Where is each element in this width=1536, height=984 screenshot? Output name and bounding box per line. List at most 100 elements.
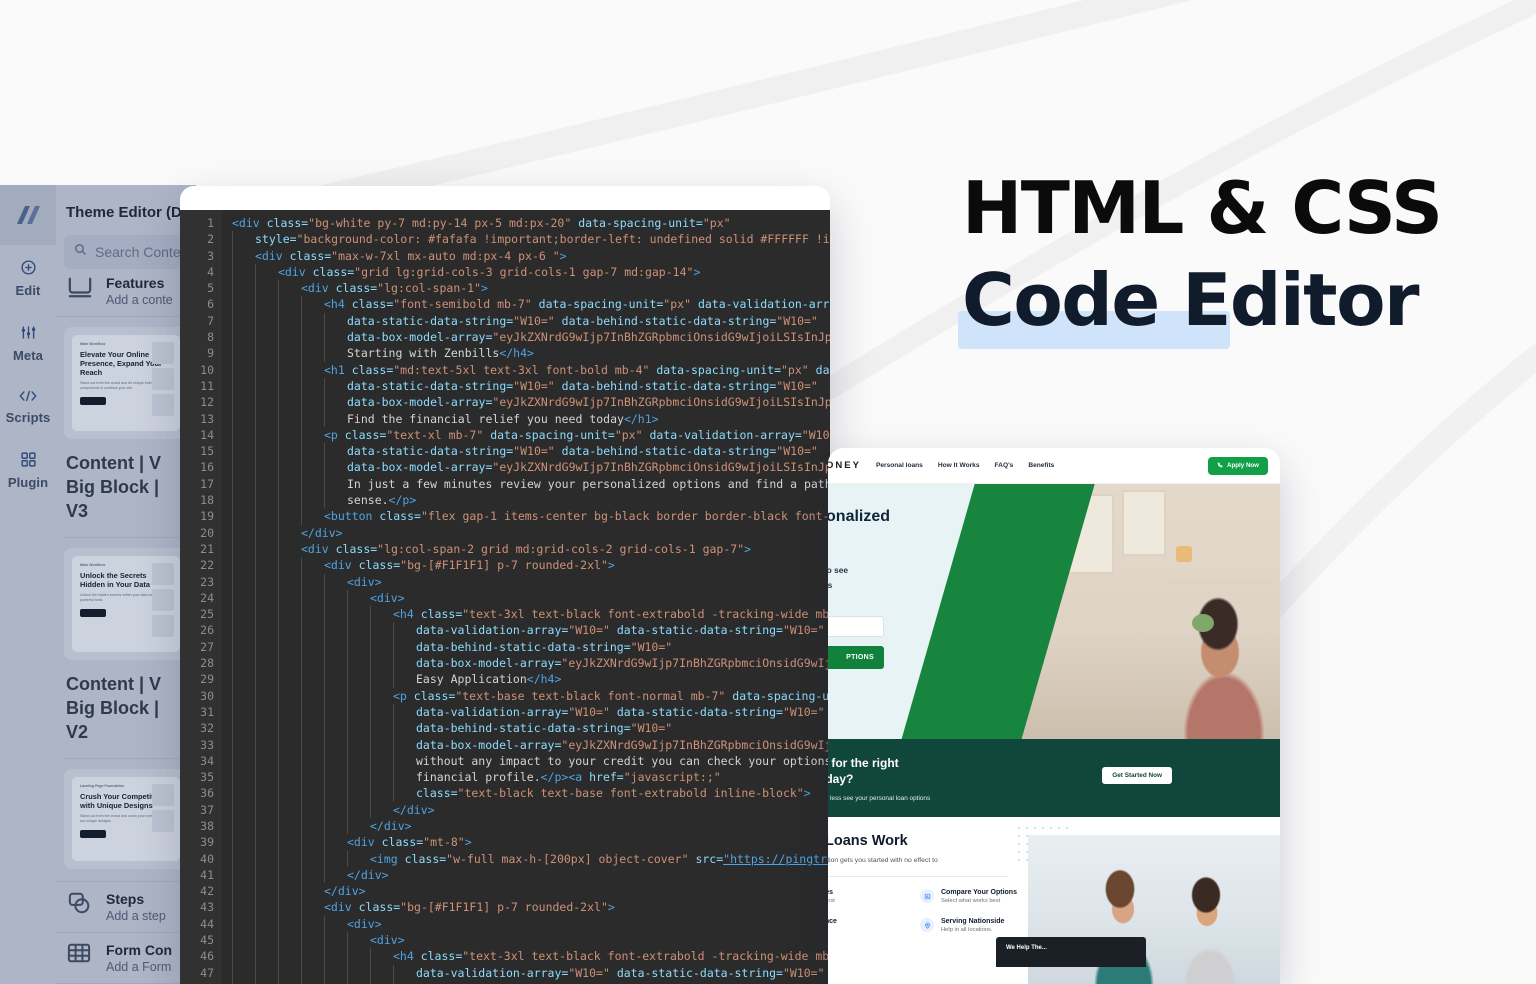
code-line[interactable]: <div>: [222, 573, 830, 590]
code-line[interactable]: data-validation-array="W10=" data-static…: [222, 622, 830, 639]
code-token: "bg-[#F1F1F1] p-7 rounded-2xl": [400, 558, 608, 573]
see-options-button[interactable]: PTIONS: [828, 646, 884, 669]
code-line[interactable]: </div>: [222, 883, 830, 900]
sidebar-item-scripts[interactable]: Scripts: [0, 375, 56, 437]
get-started-now-button[interactable]: Get Started Now: [1102, 767, 1172, 784]
indent-guide: [278, 589, 301, 607]
nav-link-benefits[interactable]: Benefits: [1028, 462, 1054, 469]
indent-guide: [232, 720, 255, 737]
code-token: data-behind-static-data-string=: [561, 444, 777, 459]
code-token: class=: [335, 281, 378, 296]
code-line[interactable]: data-box-model-array="eyJkZXNrdG9wIjp7In…: [222, 655, 830, 672]
line-number: 13: [200, 411, 214, 426]
sidebar-item-edit[interactable]: Edit: [0, 245, 56, 310]
indent-guide: [347, 687, 370, 704]
code-line[interactable]: <div>: [222, 932, 830, 949]
content-card[interactable]: Main Workflow Elevate Your Online Presen…: [64, 327, 188, 538]
code-token: >: [693, 264, 701, 279]
code-line[interactable]: <div class="max-w-7xl mx-auto md:px-4 px…: [222, 247, 830, 264]
code-line[interactable]: data-static-data-string="W10=" data-behi…: [222, 377, 830, 395]
code-line[interactable]: <div>: [222, 915, 830, 933]
code-line[interactable]: <h1 class="md:text-5xl text-3xl font-bol…: [222, 361, 830, 378]
code-line[interactable]: Find the financial relief you need today…: [222, 410, 830, 427]
code-line[interactable]: data-validation-array="W10=" data-static…: [222, 703, 830, 721]
sidebar-label-edit: Edit: [15, 283, 41, 298]
code-line[interactable]: data-static-data-string="W10=" data-behi…: [222, 312, 830, 330]
feature-subtitle: e: [828, 927, 837, 933]
code-line[interactable]: <div class="lg:col-span-1">: [222, 280, 830, 297]
code-line[interactable]: without any impact to your credit you ca…: [222, 752, 830, 770]
indent-guide: [324, 801, 347, 818]
indent-guide: [278, 573, 301, 590]
nav-link-personal-loans[interactable]: Personal loans: [876, 462, 923, 469]
search-input[interactable]: Search Conten: [64, 235, 188, 269]
site-preview-window: ONEY Personal loans How It Works FAQ's B…: [828, 448, 1280, 984]
sidebar-item-meta[interactable]: Meta: [0, 310, 56, 375]
list-item[interactable]: Form Con Add a Form: [56, 933, 196, 984]
code-line[interactable]: <div class="lg:col-span-2 grid md:grid-c…: [222, 540, 830, 558]
indent-guide: [278, 622, 301, 639]
list-item[interactable]: Steps Add a step: [56, 881, 196, 933]
indent-guide: [232, 671, 255, 688]
code-token: data-validation-array=: [416, 704, 569, 719]
code-token: </div>: [370, 818, 412, 833]
code-text-area[interactable]: <div class="bg-white py-7 md:py-14 px-5 …: [222, 210, 830, 984]
code-line[interactable]: </div>: [222, 801, 830, 818]
code-line[interactable]: data-static-data-string="W10=" data-behi…: [222, 443, 830, 460]
code-line[interactable]: data-behind-static-data-string="W10=": [222, 638, 830, 656]
list-item[interactable]: Features Add a conte: [56, 269, 196, 317]
code-line[interactable]: data-behind-static-data-string="W10=": [222, 720, 830, 737]
content-card[interactable]: Landing Page Foundation Crush Your Compe…: [64, 769, 188, 869]
code-line[interactable]: <h4 class="font-semibold mb-7" data-spac…: [222, 296, 830, 313]
indent-guide: [255, 426, 278, 444]
code-line[interactable]: Starting with Zenbills</h4>: [222, 345, 830, 362]
apply-now-button[interactable]: Apply Now: [1208, 456, 1268, 475]
indent-guide: [255, 964, 278, 981]
code-line[interactable]: <p class="text-base text-black font-norm…: [222, 687, 830, 704]
code-line[interactable]: data-box-model-array="eyJkZXNrdG9wIjp7In…: [222, 394, 830, 411]
indent-guide: [347, 655, 370, 672]
indent-guide: [278, 524, 301, 541]
code-line[interactable]: sense.</p>: [222, 492, 830, 509]
code-line[interactable]: data-box-model-array="eyJkZXNrdG9wIjp7In…: [222, 459, 830, 476]
code-line[interactable]: <p class="text-xl mb-7" data-spacing-uni…: [222, 426, 830, 444]
indent-guide: [324, 932, 347, 949]
code-token: class=: [351, 362, 394, 377]
code-line[interactable]: data-box-model-array="eyJkZXNrdG9wIjp7In…: [222, 329, 830, 346]
nav-link-how-it-works[interactable]: How It Works: [938, 462, 980, 469]
zip-code-input[interactable]: [828, 616, 884, 637]
sidebar-item-plugin[interactable]: Plugin: [0, 437, 56, 502]
code-line[interactable]: data-box-model-array="eyJkZXNrdG9wIjp7In…: [222, 736, 830, 753]
code-line[interactable]: </div>: [222, 817, 830, 835]
code-line[interactable]: <h4 class="text-3xl text-black font-extr…: [222, 948, 830, 965]
indent-guide: [255, 801, 278, 818]
nav-link-faqs[interactable]: FAQ's: [995, 462, 1014, 469]
code-token: "W10=": [630, 639, 673, 654]
feature-title: ues: [828, 889, 834, 896]
preview-logo: ONEY: [828, 460, 861, 471]
code-line[interactable]: <div class="bg-white py-7 md:py-14 px-5 …: [222, 215, 830, 231]
content-card[interactable]: Main Workflow Unlock the Secrets Hidden …: [64, 548, 188, 759]
code-line[interactable]: <div>: [222, 589, 830, 607]
code-line[interactable]: <img class="w-full max-h-[200px] object-…: [222, 850, 830, 867]
code-line[interactable]: </div>: [222, 524, 830, 541]
code-line[interactable]: financial profile.</p><a href="javascrip…: [222, 769, 830, 786]
code-line[interactable]: <h4 class="text-3xl text-black font-extr…: [222, 606, 830, 623]
code-line[interactable]: <div class="bg-[#F1F1F1] p-7 rounded-2xl…: [222, 899, 830, 916]
app-logo[interactable]: [0, 185, 56, 245]
code-line[interactable]: style="background-color: #fafafa !import…: [222, 231, 830, 248]
code-line[interactable]: class="text-black text-base font-extrabo…: [222, 785, 830, 802]
code-line[interactable]: <div class="bg-[#F1F1F1] p-7 rounded-2xl…: [222, 557, 830, 574]
code-line[interactable]: Easy Application</h4>: [222, 671, 830, 688]
code-line[interactable]: </div>: [222, 866, 830, 884]
code-line[interactable]: data-validation-array="W10=" data-static…: [222, 964, 830, 981]
line-number: 3: [207, 248, 214, 263]
indent-guide: [393, 655, 416, 672]
code-line[interactable]: In just a few minutes review your person…: [222, 475, 830, 493]
code-line[interactable]: <button class="flex gap-1 items-center b…: [222, 508, 830, 525]
code-line[interactable]: <div class="grid lg:grid-cols-3 grid-col…: [222, 263, 830, 281]
indent-guide: [232, 866, 255, 884]
code-line[interactable]: <div class="mt-8">: [222, 834, 830, 851]
code-token: <a: [568, 770, 590, 785]
code-editor-body[interactable]: 1 2 3 4 5 6 7 8 9 10 11 12 13 14 15 16 17 18 19 20 21 22 23 24 2…: [180, 210, 830, 984]
